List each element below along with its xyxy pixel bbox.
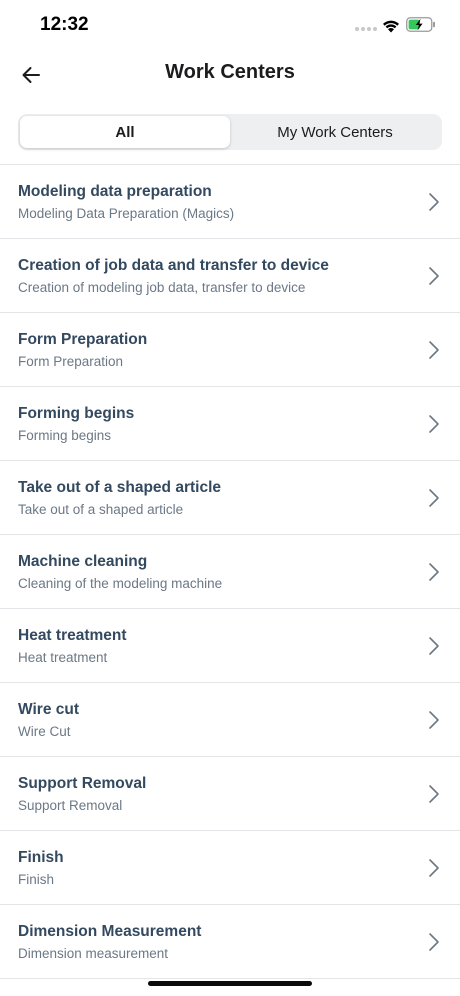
- chevron-right-icon: [429, 341, 439, 359]
- work-center-subtitle: Modeling Data Preparation (Magics): [18, 206, 235, 221]
- tab-my-work-centers[interactable]: My Work Centers: [230, 116, 440, 148]
- chevron-right-icon: [429, 785, 439, 803]
- work-center-subtitle: Cleaning of the modeling machine: [18, 576, 223, 591]
- work-center-title: Form Preparation: [18, 331, 148, 348]
- home-indicator: [148, 981, 312, 986]
- page-title: Work Centers: [165, 61, 295, 83]
- work-center-row[interactable]: Dimension Measurement Dimension measureme…: [0, 905, 460, 979]
- work-center-row[interactable]: Finish Finish: [0, 831, 460, 905]
- work-center-row[interactable]: Wire cut Wire Cut: [0, 683, 460, 757]
- chevron-right-icon: [429, 193, 439, 211]
- work-center-title: Machine cleaning: [18, 553, 148, 570]
- work-center-row[interactable]: Modeling data preparation Modeling Data P…: [0, 165, 460, 239]
- work-center-title: Dimension Measurement: [18, 923, 202, 940]
- tab-all[interactable]: All: [20, 116, 230, 148]
- work-center-subtitle: Heat treatment: [18, 650, 108, 665]
- work-center-subtitle: Creation of modeling job data, transfer …: [18, 280, 306, 295]
- work-center-title: Forming begins: [18, 405, 135, 422]
- chevron-right-icon: [429, 933, 439, 951]
- work-center-title: Heat treatment: [18, 627, 127, 644]
- chevron-right-icon: [429, 563, 439, 581]
- work-center-title: Wire cut: [18, 701, 80, 718]
- work-center-subtitle: Take out of a shaped article: [18, 502, 184, 517]
- cellular-signal-icon: [355, 27, 377, 31]
- work-center-title: Take out of a shaped article: [18, 479, 221, 496]
- wifi-icon: [383, 20, 399, 33]
- work-center-subtitle: Support Removal: [18, 798, 123, 813]
- work-center-title: Finish: [18, 849, 64, 866]
- work-center-row[interactable]: Take out of a shaped article Take out of …: [0, 461, 460, 535]
- work-center-filter-tabs: All My Work Centers: [18, 114, 442, 150]
- work-center-row[interactable]: Form Preparation Form Preparation: [0, 313, 460, 387]
- work-center-subtitle: Form Preparation: [18, 354, 124, 369]
- work-center-subtitle: Forming begins: [18, 428, 112, 443]
- work-center-subtitle: Dimension measurement: [18, 946, 169, 961]
- battery-charging-icon: [406, 17, 435, 32]
- status-bar: 12:32: [0, 0, 460, 50]
- chevron-right-icon: [429, 489, 439, 507]
- work-center-row[interactable]: Support Removal Support Removal: [0, 757, 460, 831]
- chevron-right-icon: [429, 637, 439, 655]
- work-center-list: Modeling data preparation Modeling Data P…: [0, 164, 460, 979]
- chevron-right-icon: [429, 267, 439, 285]
- work-center-subtitle: Finish: [18, 872, 55, 887]
- chevron-right-icon: [429, 415, 439, 433]
- work-center-row[interactable]: Creation of job data and transfer to dev…: [0, 239, 460, 313]
- status-time: 12:32: [40, 14, 89, 35]
- navigation-header: Work Centers: [0, 50, 460, 100]
- work-center-subtitle: Wire Cut: [18, 724, 71, 739]
- work-center-title: Creation of job data and transfer to dev…: [18, 257, 329, 274]
- work-center-title: Modeling data preparation: [18, 183, 212, 200]
- work-center-row[interactable]: Heat treatment Heat treatment: [0, 609, 460, 683]
- chevron-right-icon: [429, 711, 439, 729]
- work-center-row[interactable]: Forming begins Forming begins: [0, 387, 460, 461]
- chevron-right-icon: [429, 859, 439, 877]
- work-center-title: Support Removal: [18, 775, 147, 792]
- work-center-row[interactable]: Machine cleaning Cleaning of the modeling…: [0, 535, 460, 609]
